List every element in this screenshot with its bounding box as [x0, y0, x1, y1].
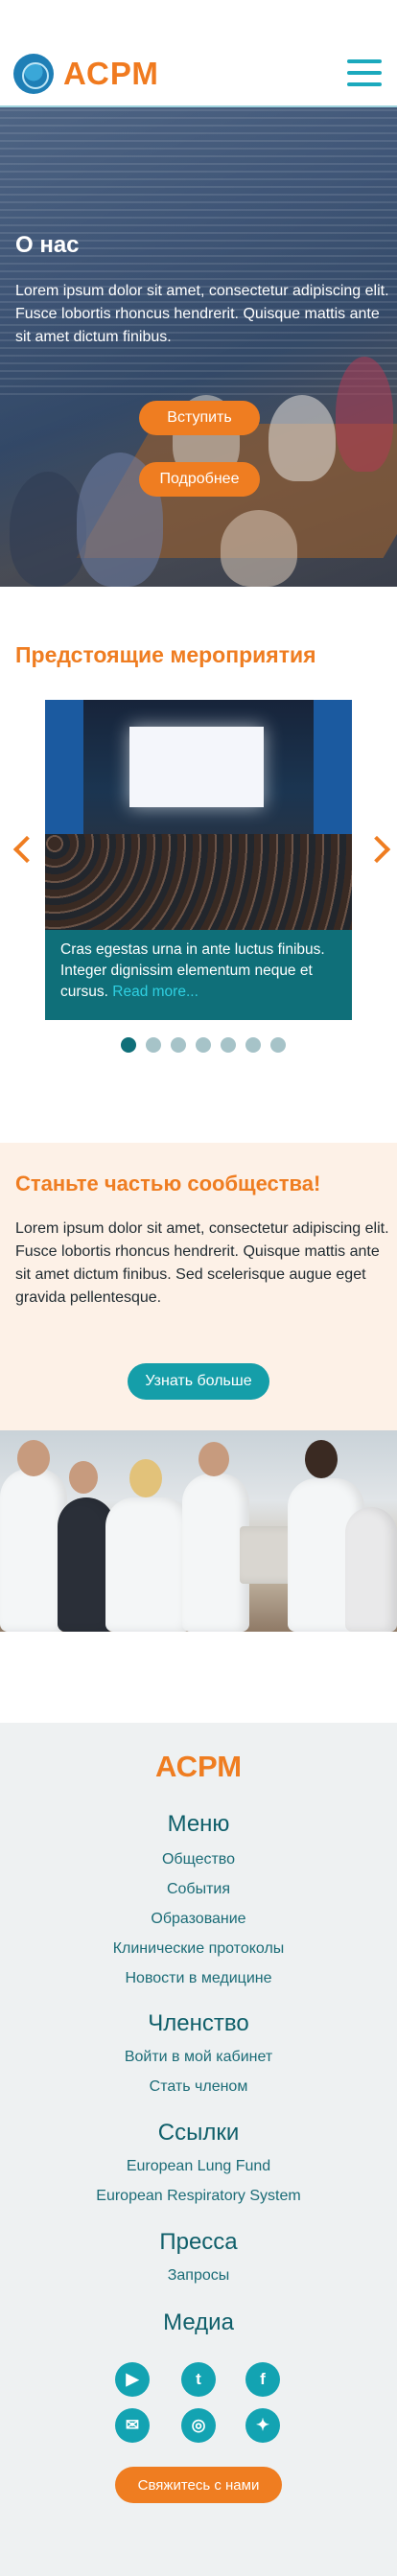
twitter-icon[interactable]: ✦	[245, 2408, 280, 2443]
hero-background-person	[336, 357, 393, 472]
hero-background-person	[269, 395, 336, 481]
join-button[interactable]: Вступить	[139, 401, 260, 435]
carousel-dot[interactable]	[121, 1037, 136, 1053]
hero-text: Lorem ipsum dolor sit amet, consectetur …	[15, 283, 389, 345]
youtube-icon[interactable]: ▶	[115, 2362, 150, 2397]
site-header: АСРМ	[0, 0, 397, 107]
hero-title: О нас	[15, 232, 80, 258]
photo-figure	[129, 1459, 162, 1497]
footer-membership-heading: Членство	[148, 2010, 249, 2036]
footer-external-link[interactable]: European Respiratory System	[0, 2188, 397, 2205]
site-footer: АСРМ Меню Общество События Образование К…	[0, 1723, 397, 2576]
event-caption: Cras egestas urna in ante luctus finibus…	[45, 930, 352, 1020]
more-button[interactable]: Подробнее	[139, 462, 260, 497]
events-title: Предстоящие мероприятия	[15, 642, 316, 667]
event-photo-curtain	[45, 700, 83, 834]
footer-external-link[interactable]: European Lung Fund	[0, 2158, 397, 2175]
footer-membership-link[interactable]: Стать членом	[0, 2078, 397, 2096]
carousel-dot[interactable]	[171, 1037, 186, 1053]
footer-menu-link[interactable]: События	[0, 1881, 397, 1898]
event-photo-curtain	[314, 700, 352, 834]
hamburger-menu-icon[interactable]	[347, 59, 382, 86]
carousel-dot[interactable]	[270, 1037, 286, 1053]
footer-membership-link[interactable]: Войти в мой кабинет	[0, 2049, 397, 2066]
footer-links-heading: Ссылки	[157, 2120, 240, 2146]
footer-menu-link[interactable]: Новости в медицине	[0, 1970, 397, 1987]
event-photo-screen	[129, 727, 264, 807]
event-card[interactable]: Cras egestas urna in ante luctus finibus…	[45, 700, 352, 1020]
photo-figure	[69, 1461, 98, 1494]
carousel-dots	[121, 1037, 286, 1053]
learn-more-button[interactable]: Узнать больше	[128, 1363, 269, 1400]
join-community-section: Станьте частью сообщества! Lorem ipsum d…	[0, 1143, 397, 1430]
facebook-icon[interactable]: f	[245, 2362, 280, 2397]
doctors-photo	[0, 1430, 397, 1632]
logo[interactable]: АСРМ	[13, 54, 159, 94]
event-photo-audience	[45, 834, 352, 930]
carousel-dot[interactable]	[245, 1037, 261, 1053]
hero-background-person	[221, 510, 297, 587]
lungs-globe-logo-icon	[13, 54, 54, 94]
footer-press-heading: Пресса	[159, 2229, 238, 2255]
footer-press-link[interactable]: Запросы	[0, 2267, 397, 2285]
event-photo	[45, 700, 352, 930]
footer-menu-heading: Меню	[167, 1811, 230, 1837]
photo-figure	[305, 1440, 338, 1478]
instagram-icon[interactable]: ◎	[181, 2408, 216, 2443]
footer-menu-link[interactable]: Общество	[0, 1851, 397, 1868]
footer-brand: АСРМ	[154, 1750, 243, 1783]
carousel-dot[interactable]	[221, 1037, 236, 1053]
tumblr-icon[interactable]: t	[181, 2362, 216, 2397]
footer-menu-link[interactable]: Клинические протоколы	[0, 1940, 397, 1958]
photo-figure	[17, 1440, 50, 1476]
chevron-right-icon[interactable]	[367, 836, 392, 861]
read-more-link[interactable]: Read more...	[112, 984, 198, 1000]
join-title: Станьте частью сообщества!	[15, 1172, 321, 1195]
contact-us-button[interactable]: Свяжитесь с нами	[115, 2467, 282, 2503]
join-text: Lorem ipsum dolor sit amet, consectetur …	[15, 1220, 389, 1306]
hero-section: О нас Lorem ipsum dolor sit amet, consec…	[0, 107, 397, 587]
footer-menu-link[interactable]: Образование	[0, 1911, 397, 1928]
carousel-dot[interactable]	[196, 1037, 211, 1053]
chevron-left-icon[interactable]	[10, 836, 35, 861]
messenger-icon[interactable]: ✉	[115, 2408, 150, 2443]
photo-figure	[198, 1442, 229, 1476]
footer-media-heading: Медиа	[163, 2309, 234, 2335]
brand-name: АСРМ	[63, 56, 159, 91]
carousel-dot[interactable]	[146, 1037, 161, 1053]
photo-figure	[345, 1507, 397, 1632]
hero-background-person	[10, 472, 86, 587]
photo-figure	[105, 1497, 192, 1632]
